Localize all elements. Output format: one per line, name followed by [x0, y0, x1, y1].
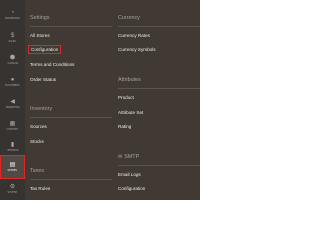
- menu-link-email-logs[interactable]: Email Logs: [118, 172, 141, 177]
- nav-label: STORES: [7, 169, 18, 172]
- smtp-title-text: SMTP: [124, 154, 140, 160]
- section-title-settings: Settings: [30, 15, 50, 21]
- section-title-smtp: ✉ SMTP: [118, 154, 139, 160]
- divider: [118, 165, 200, 166]
- nav-label: DASHBOARD: [5, 17, 20, 20]
- nav-label: MARKETING: [5, 106, 20, 109]
- system-icon: ⚙: [9, 184, 16, 190]
- menu-link-currency-rates[interactable]: Currency Rates: [118, 33, 150, 38]
- admin-sidebar: ◔ DASHBOARD $ SALES ⬢ CATALOG ● CUSTOMER…: [0, 0, 25, 200]
- menu-link-stocks[interactable]: Stocks: [30, 139, 44, 144]
- divider: [30, 117, 112, 118]
- menu-link-all-stores[interactable]: All Stores: [30, 33, 50, 38]
- menu-link-currency-symbols[interactable]: Currency Symbols: [118, 47, 156, 52]
- section-title-taxes: Taxes: [30, 168, 45, 174]
- menu-link-terms-and-conditions[interactable]: Terms and Conditions: [30, 62, 74, 67]
- menu-link-smtp-configuration[interactable]: Configuration: [118, 186, 145, 191]
- menu-link-order-status[interactable]: Order Status: [30, 77, 56, 82]
- menu-link-product[interactable]: Product: [118, 95, 134, 100]
- marketing-icon: ◀: [10, 99, 15, 105]
- menu-link-configuration[interactable]: Configuration: [27, 45, 62, 54]
- nav-label: REPORTS: [7, 149, 18, 152]
- nav-item-marketing[interactable]: ◀ MARKETING: [0, 93, 25, 115]
- menu-link-attribute-set[interactable]: Attribute Set: [118, 110, 143, 115]
- divider: [30, 26, 112, 27]
- nav-label: SALES: [8, 40, 17, 43]
- menu-link-sources[interactable]: Sources: [30, 124, 47, 129]
- nav-item-customers[interactable]: ● CUSTOMERS: [0, 71, 25, 93]
- nav-item-dashboard[interactable]: ◔ DASHBOARD: [0, 4, 25, 26]
- divider: [118, 26, 200, 27]
- sales-icon: $: [10, 33, 15, 39]
- nav-item-system[interactable]: ⚙ SYSTEM: [0, 178, 25, 200]
- menu-link-tax-rules[interactable]: Tax Rules: [30, 186, 50, 191]
- divider: [30, 179, 112, 180]
- nav-label: CONTENT: [6, 128, 19, 131]
- nav-item-catalog[interactable]: ⬢ CATALOG: [0, 49, 25, 71]
- stores-icon: ▤: [9, 162, 16, 168]
- section-title-currency: Currency: [118, 15, 140, 21]
- nav-item-stores[interactable]: ▤ STORES: [0, 155, 25, 179]
- content-icon: ▦: [9, 121, 16, 127]
- nav-item-sales[interactable]: $ SALES: [0, 27, 25, 49]
- reports-icon: ▮: [10, 142, 15, 148]
- nav-label: CUSTOMERS: [5, 84, 20, 87]
- nav-label: CATALOG: [7, 62, 18, 65]
- section-title-inventory: Inventory: [30, 106, 53, 112]
- stores-menu-panel: Settings All Stores Configuration Terms …: [25, 0, 200, 200]
- smtp-icon: ✉: [118, 154, 123, 160]
- nav-label: SYSTEM: [7, 191, 18, 194]
- section-title-attributes: Attributes: [118, 77, 141, 83]
- dashboard-icon: ◔: [10, 10, 15, 16]
- divider: [118, 88, 200, 89]
- menu-link-rating[interactable]: Rating: [118, 124, 131, 129]
- nav-item-content[interactable]: ▦ CONTENT: [0, 115, 25, 137]
- customers-icon: ●: [10, 77, 15, 83]
- catalog-icon: ⬢: [9, 55, 16, 61]
